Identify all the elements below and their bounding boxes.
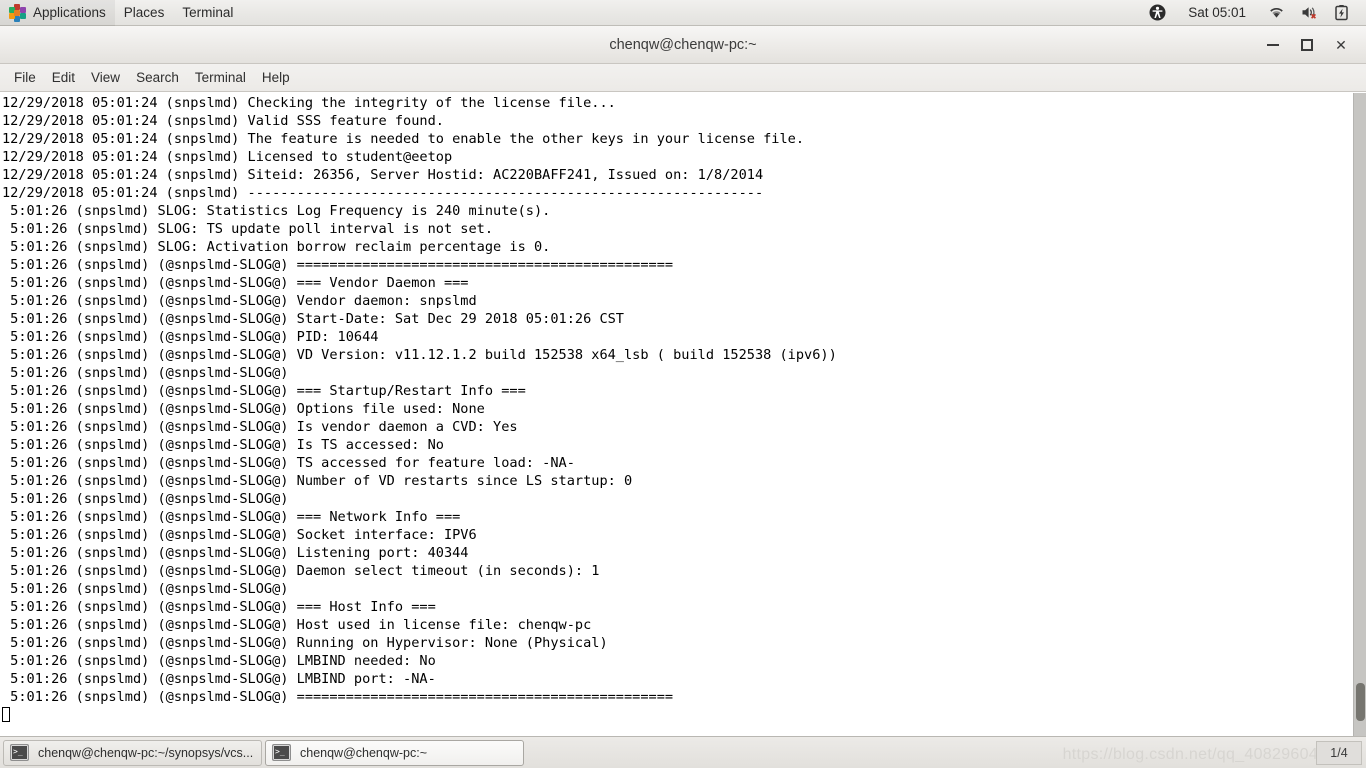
terminal-line: 5:01:26 (snpslmd) (@snpslmd-SLOG@) Daemo… — [2, 563, 600, 579]
terminal-line: 5:01:26 (snpslmd) (@snpslmd-SLOG@) === H… — [2, 599, 436, 615]
menu-help[interactable]: Help — [254, 67, 298, 88]
terminal-line: 5:01:26 (snpslmd) (@snpslmd-SLOG@) Is ve… — [2, 419, 518, 435]
terminal-line: 12/29/2018 05:01:24 (snpslmd) ----------… — [2, 185, 764, 201]
terminal-line: 5:01:26 (snpslmd) (@snpslmd-SLOG@) Runni… — [2, 635, 608, 651]
terminal-line: 5:01:26 (snpslmd) (@snpslmd-SLOG@) Start… — [2, 311, 624, 327]
terminal-line: 5:01:26 (snpslmd) (@snpslmd-SLOG@) VD Ve… — [2, 347, 837, 363]
watermark-text: https://blog.csdn.net/qq_40829604 — [1062, 746, 1318, 763]
terminal-output-area[interactable]: 12/29/2018 05:01:24 (snpslmd) Checking t… — [0, 93, 1366, 736]
terminal-window: chenqw@chenqw-pc:~ ✕ File Edit View Sear… — [0, 26, 1366, 736]
window-titlebar[interactable]: chenqw@chenqw-pc:~ ✕ — [0, 26, 1366, 64]
terminal-line: 5:01:26 (snpslmd) (@snpslmd-SLOG@) === S… — [2, 383, 526, 399]
terminal-line: 5:01:26 (snpslmd) (@snpslmd-SLOG@) Vendo… — [2, 293, 477, 309]
terminal-line: 12/29/2018 05:01:24 (snpslmd) Licensed t… — [2, 149, 453, 165]
terminal-line: 5:01:26 (snpslmd) (@snpslmd-SLOG@) TS ac… — [2, 455, 575, 471]
system-tray: Sat 05:01 — [1141, 0, 1366, 26]
terminal-line: 5:01:26 (snpslmd) SLOG: Statistics Log F… — [2, 203, 551, 219]
terminal-line: 5:01:26 (snpslmd) (@snpslmd-SLOG@) === V… — [2, 275, 469, 291]
terminal-line: 5:01:26 (snpslmd) (@snpslmd-SLOG@) Socke… — [2, 527, 477, 543]
terminal-line: 12/29/2018 05:01:24 (snpslmd) Valid SSS … — [2, 113, 444, 129]
terminal-line: 12/29/2018 05:01:24 (snpslmd) The featur… — [2, 131, 805, 147]
terminal-line: 5:01:26 (snpslmd) (@snpslmd-SLOG@) Host … — [2, 617, 592, 633]
top-panel: Applications Places Terminal Sat 05:01 — [0, 0, 1366, 26]
volume-muted-icon[interactable] — [1293, 0, 1327, 26]
terminal-app-menu[interactable]: Terminal — [173, 0, 242, 26]
taskbar-item-1-label: chenqw@chenqw-pc:~/synopsys/vcs... — [38, 745, 254, 760]
terminal-line: 5:01:26 (snpslmd) SLOG: Activation borro… — [2, 239, 551, 255]
desktop: Applications Places Terminal Sat 05:01 c… — [0, 0, 1366, 768]
terminal-app-menu-label: Terminal — [182, 5, 234, 20]
window-controls: ✕ — [1256, 26, 1358, 64]
terminal-line: 5:01:26 (snpslmd) (@snpslmd-SLOG@) Numbe… — [2, 473, 633, 489]
bottom-panel: chenqw@chenqw-pc:~/synopsys/vcs... chenq… — [0, 736, 1366, 768]
close-button[interactable]: ✕ — [1324, 30, 1358, 60]
terminal-line: 5:01:26 (snpslmd) (@snpslmd-SLOG@) — [2, 365, 289, 381]
close-icon: ✕ — [1335, 36, 1347, 53]
accessibility-icon[interactable] — [1141, 0, 1174, 26]
minimize-button[interactable] — [1256, 30, 1290, 60]
workspace-switcher[interactable]: 1/4 — [1316, 741, 1362, 765]
terminal-line: 5:01:26 (snpslmd) (@snpslmd-SLOG@) === N… — [2, 509, 461, 525]
text-cursor — [2, 707, 10, 722]
places-menu[interactable]: Places — [115, 0, 174, 26]
terminal-scrollbar[interactable] — [1353, 93, 1366, 736]
taskbar-item-2-label: chenqw@chenqw-pc:~ — [300, 745, 427, 760]
maximize-button[interactable] — [1290, 30, 1324, 60]
terminal-line: 5:01:26 (snpslmd) (@snpslmd-SLOG@) PID: … — [2, 329, 379, 345]
applications-menu[interactable]: Applications — [0, 0, 115, 26]
wifi-icon[interactable] — [1260, 0, 1293, 26]
scrollbar-thumb[interactable] — [1356, 683, 1365, 721]
menu-search[interactable]: Search — [128, 67, 187, 88]
window-title: chenqw@chenqw-pc:~ — [609, 36, 757, 53]
menu-file[interactable]: File — [6, 67, 44, 88]
terminal-line: 5:01:26 (snpslmd) (@snpslmd-SLOG@) — [2, 581, 289, 597]
terminal-line: 5:01:26 (snpslmd) (@snpslmd-SLOG@) =====… — [2, 689, 674, 705]
menubar: File Edit View Search Terminal Help — [0, 64, 1366, 92]
places-menu-label: Places — [123, 5, 165, 20]
terminal-line: 12/29/2018 05:01:24 (snpslmd) Siteid: 26… — [2, 167, 764, 183]
menu-edit[interactable]: Edit — [44, 67, 83, 88]
terminal-icon — [272, 744, 291, 761]
taskbar-item-2[interactable]: chenqw@chenqw-pc:~ — [265, 739, 524, 766]
terminal-line: 5:01:26 (snpslmd) (@snpslmd-SLOG@) Optio… — [2, 401, 485, 417]
terminal-line: 5:01:26 (snpslmd) (@snpslmd-SLOG@) Is TS… — [2, 437, 444, 453]
clock[interactable]: Sat 05:01 — [1174, 5, 1260, 20]
terminal-log-text: 12/29/2018 05:01:24 (snpslmd) Checking t… — [2, 93, 1342, 724]
terminal-line: 5:01:26 (snpslmd) (@snpslmd-SLOG@) — [2, 491, 289, 507]
terminal-line: 5:01:26 (snpslmd) (@snpslmd-SLOG@) =====… — [2, 257, 674, 273]
menu-view[interactable]: View — [83, 67, 128, 88]
terminal-line: 12/29/2018 05:01:24 (snpslmd) Checking t… — [2, 95, 616, 111]
applications-logo-icon — [9, 4, 26, 22]
terminal-cursor-line — [2, 706, 1342, 724]
battery-charging-icon[interactable] — [1327, 0, 1356, 26]
terminal-line: 5:01:26 (snpslmd) (@snpslmd-SLOG@) LMBIN… — [2, 671, 436, 687]
terminal-line: 5:01:26 (snpslmd) (@snpslmd-SLOG@) Liste… — [2, 545, 469, 561]
workspace-indicator-label: 1/4 — [1330, 746, 1348, 760]
terminal-icon — [10, 744, 29, 761]
terminal-line: 5:01:26 (snpslmd) SLOG: TS update poll i… — [2, 221, 494, 237]
taskbar-item-1[interactable]: chenqw@chenqw-pc:~/synopsys/vcs... — [3, 739, 262, 766]
applications-menu-label: Applications — [33, 5, 106, 20]
minimize-icon — [1267, 44, 1279, 46]
terminal-line: 5:01:26 (snpslmd) (@snpslmd-SLOG@) LMBIN… — [2, 653, 436, 669]
maximize-icon — [1301, 39, 1313, 51]
menu-terminal[interactable]: Terminal — [187, 67, 254, 88]
